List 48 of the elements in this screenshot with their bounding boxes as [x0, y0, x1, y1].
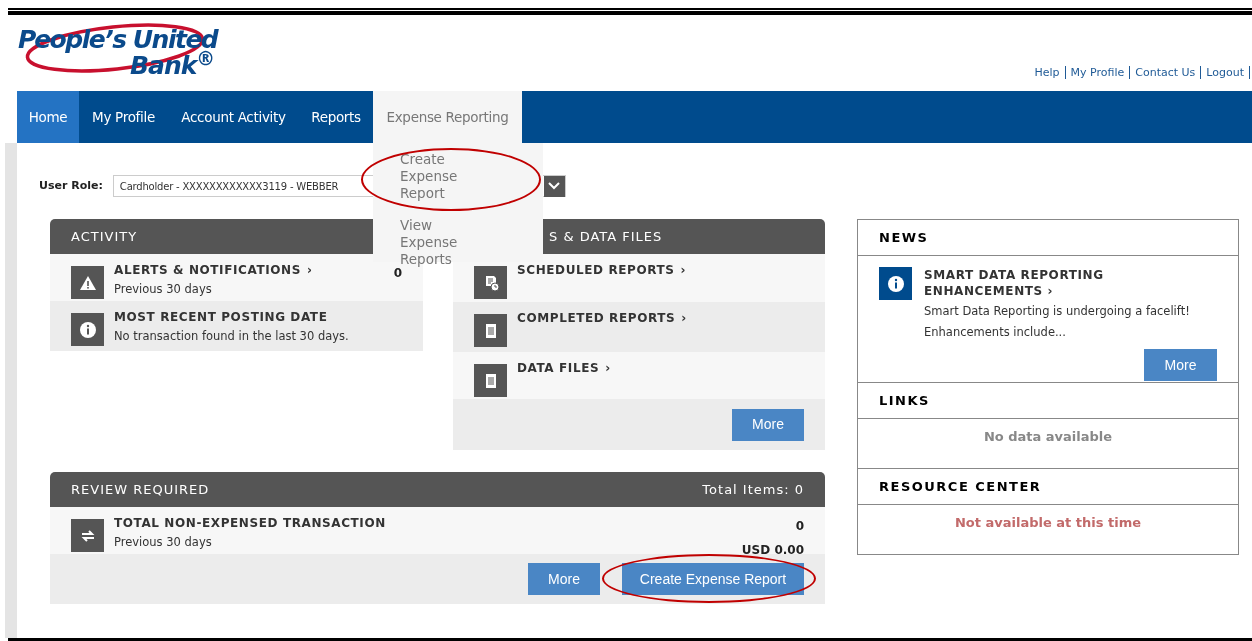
news-text: Smart Data Reporting is undergoing a facelift! — [924, 303, 1191, 320]
chevron-icon[interactable]: › — [306, 261, 312, 279]
total-items: Total Items: 0 — [702, 480, 804, 499]
news-title[interactable]: SMART DATA REPORTING ENHANCEMENTS › — [924, 267, 1217, 299]
header-link[interactable]: My Profile — [1070, 64, 1125, 81]
row-title[interactable]: COMPLETED REPORTS — [517, 309, 676, 327]
count-value: 0 — [393, 266, 402, 282]
section-title: NEWS — [879, 228, 929, 247]
create-expense-report-button[interactable]: Create Expense Report — [622, 563, 804, 595]
panel-title: REVIEW REQUIRED — [71, 480, 210, 499]
nav-tab[interactable]: Expense Reporting — [373, 91, 522, 143]
calendar-clock-icon — [474, 266, 507, 299]
more-button[interactable]: More — [1144, 349, 1217, 381]
chevron-icon[interactable]: › — [680, 261, 686, 279]
row-title[interactable]: DATA FILES — [517, 359, 600, 377]
more-button[interactable]: More — [528, 563, 600, 595]
info-icon — [879, 267, 912, 300]
nav-tab[interactable]: My Profile — [79, 91, 168, 143]
chevron-icon[interactable]: › — [681, 309, 687, 327]
unavailable-message: Not available at this time — [954, 514, 1142, 532]
header-link[interactable]: Contact Us — [1135, 64, 1196, 81]
row-title: TOTAL NON-EXPENSED TRANSACTION — [114, 515, 386, 532]
nav-tab[interactable]: Account Activity — [168, 91, 299, 143]
user-role-value: Cardholder - XXXXXXXXXXXX3119 - WEBBER — [118, 179, 339, 194]
panel-title: ACTIVITY — [71, 227, 138, 246]
count-value: 0 — [795, 518, 804, 535]
nav-tab[interactable]: Home — [17, 91, 79, 143]
row-subtitle: Previous 30 days — [114, 534, 213, 551]
document-icon — [474, 314, 507, 347]
more-button[interactable]: More — [732, 408, 804, 441]
info-icon — [71, 313, 104, 346]
row-subtitle: No transaction found in the last 30 days. — [114, 328, 350, 345]
nav-tab[interactable]: Reports — [299, 91, 373, 143]
panel-title: S & DATA FILES — [549, 227, 663, 246]
row-title[interactable]: ALERTS & NOTIFICATIONS — [114, 261, 301, 279]
chevron-icon[interactable]: › — [605, 359, 611, 377]
row-title[interactable]: SCHEDULED REPORTS — [517, 261, 675, 279]
header-link[interactable]: Logout — [1206, 64, 1244, 81]
header-link[interactable]: Help — [1034, 64, 1060, 81]
section-title: LINKS — [879, 391, 930, 410]
row-subtitle: Previous 30 days — [114, 281, 213, 298]
section-title: RESOURCE CENTER — [879, 477, 1042, 496]
news-text: Enhancements include... — [924, 324, 1067, 341]
empty-message: No data available — [983, 428, 1113, 446]
amount-value: USD 0.00 — [741, 542, 804, 559]
user-role-label: User Role: — [39, 177, 103, 194]
menu-item[interactable]: View Expense Reports — [400, 217, 492, 268]
row-title: MOST RECENT POSTING DATE — [114, 309, 328, 326]
